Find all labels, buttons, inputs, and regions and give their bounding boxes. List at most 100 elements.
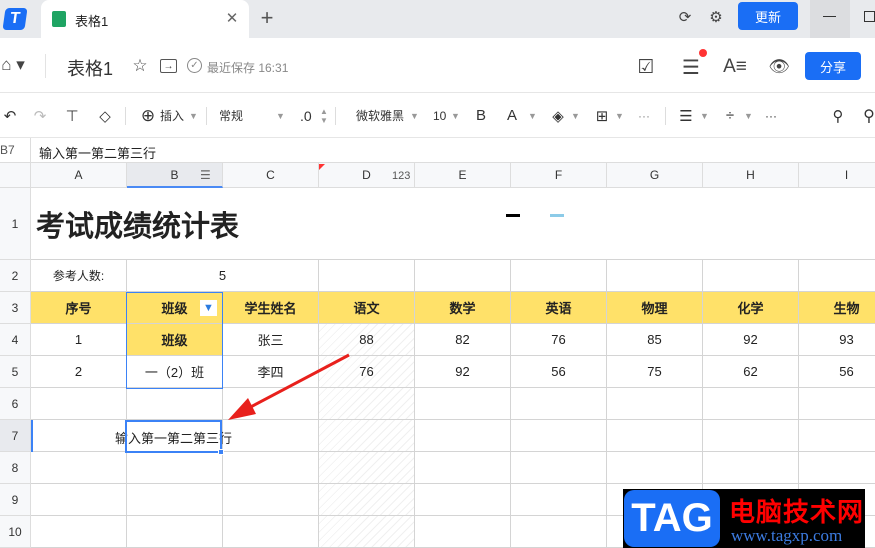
cell[interactable]	[223, 452, 319, 484]
cell[interactable]	[607, 388, 703, 420]
cell[interactable]	[511, 452, 607, 484]
header-cell[interactable]: 序号	[31, 292, 127, 324]
header-cell[interactable]: 化学	[703, 292, 799, 324]
vertical-align-icon[interactable]: ÷	[722, 93, 738, 138]
insert-plus-icon[interactable]: ⊕	[139, 93, 157, 138]
fill-handle[interactable]	[218, 449, 224, 455]
new-tab-button[interactable]: +	[256, 5, 278, 30]
cell[interactable]	[415, 388, 511, 420]
cell[interactable]	[31, 388, 127, 420]
bold-button[interactable]: B	[476, 93, 486, 138]
data-cell[interactable]: 92	[415, 356, 511, 388]
stamp-icon[interactable]: ⚲	[829, 93, 847, 138]
cell[interactable]	[415, 452, 511, 484]
cell[interactable]	[319, 260, 415, 292]
count-label[interactable]: 参考人数:	[31, 260, 127, 292]
font-size-select[interactable]: 10	[433, 93, 446, 138]
data-cell[interactable]: 1	[31, 324, 127, 356]
cell[interactable]	[223, 420, 319, 452]
row-header-2[interactable]: 2	[0, 260, 31, 292]
cell[interactable]	[127, 388, 223, 420]
home-icon[interactable]: ⌂ ▾	[0, 54, 30, 76]
cell[interactable]	[223, 516, 319, 548]
cell[interactable]	[799, 260, 875, 292]
cell[interactable]	[127, 452, 223, 484]
view-permission-icon[interactable]: 👁	[766, 55, 792, 79]
more-button[interactable]: ···	[765, 93, 777, 138]
cell[interactable]	[415, 260, 511, 292]
redo-icon[interactable]: ↷	[32, 93, 48, 138]
decimal-stepper-icon[interactable]: ▲ ▼	[320, 93, 328, 138]
cell[interactable]	[31, 484, 127, 516]
data-cell[interactable]: 75	[607, 356, 703, 388]
cell[interactable]	[319, 388, 415, 420]
cell[interactable]	[223, 484, 319, 516]
cell[interactable]	[511, 420, 607, 452]
filter-menu-icon[interactable]: ☰	[200, 168, 211, 182]
font-color-button[interactable]: A	[507, 93, 517, 138]
cell[interactable]	[799, 388, 875, 420]
cell[interactable]	[223, 388, 319, 420]
count-value[interactable]: 5	[127, 260, 319, 292]
cell[interactable]	[607, 420, 703, 452]
cell[interactable]	[511, 516, 607, 548]
dropdown-arrow-icon[interactable]: ▼	[410, 93, 419, 138]
cell-reference[interactable]: B7	[0, 143, 15, 157]
cell[interactable]	[511, 388, 607, 420]
move-to-folder-icon[interactable]: →	[160, 59, 177, 73]
undo-icon[interactable]: ↶	[2, 93, 18, 138]
cell[interactable]	[511, 260, 607, 292]
fill-color-icon[interactable]: ◈	[550, 93, 566, 138]
align-icon[interactable]: ☰	[678, 93, 694, 138]
cell[interactable]	[703, 452, 799, 484]
dropdown-arrow-icon[interactable]: ▼	[189, 93, 198, 138]
column-header-A[interactable]: A	[31, 163, 127, 188]
tab-sheet[interactable]: 表格1 ✕	[41, 0, 249, 38]
cell[interactable]	[319, 420, 415, 452]
dropdown-arrow-icon[interactable]: ▼	[276, 93, 285, 138]
insert-button[interactable]: 插入	[160, 93, 184, 138]
text-format-icon[interactable]: A≡	[722, 55, 748, 79]
active-cell-selection[interactable]	[125, 420, 222, 453]
cell[interactable]	[415, 516, 511, 548]
close-icon[interactable]: ✕	[223, 9, 241, 27]
dropdown-arrow-icon[interactable]: ▼	[615, 93, 624, 138]
cell[interactable]	[703, 260, 799, 292]
search-icon[interactable]: ⚲	[860, 93, 875, 138]
row-header-1[interactable]: 1	[0, 188, 31, 260]
cell[interactable]	[319, 484, 415, 516]
data-cell[interactable]: 2	[31, 356, 127, 388]
share-button[interactable]: 分享	[805, 52, 861, 80]
header-cell[interactable]: 物理	[607, 292, 703, 324]
more-button[interactable]: ···	[638, 93, 650, 138]
column-header-I[interactable]: I	[799, 163, 875, 188]
cell[interactable]	[31, 452, 127, 484]
filter-button-icon[interactable]: ▼	[200, 300, 217, 316]
row-header-10[interactable]: 10	[0, 516, 31, 548]
data-cell[interactable]: 76	[511, 324, 607, 356]
row-header-9[interactable]: 9	[0, 484, 31, 516]
clear-format-icon[interactable]: ◇	[97, 93, 113, 138]
data-cell[interactable]: 85	[607, 324, 703, 356]
cell[interactable]	[511, 484, 607, 516]
cell[interactable]	[127, 516, 223, 548]
column-header-C[interactable]: C	[223, 163, 319, 188]
row-header-5[interactable]: 5	[0, 356, 31, 388]
font-family-select[interactable]: 微软雅黑	[356, 93, 404, 138]
row-header-4[interactable]: 4	[0, 324, 31, 356]
update-button[interactable]: 更新	[738, 2, 798, 30]
data-cell[interactable]: 76	[319, 356, 415, 388]
cell[interactable]	[799, 452, 875, 484]
formula-input[interactable]: 输入第一第二第三行	[39, 143, 156, 162]
cell[interactable]	[703, 420, 799, 452]
header-cell[interactable]: 数学	[415, 292, 511, 324]
cell[interactable]	[127, 484, 223, 516]
column-header-G[interactable]: G	[607, 163, 703, 188]
cell[interactable]	[703, 388, 799, 420]
cell[interactable]	[607, 452, 703, 484]
dropdown-arrow-icon[interactable]: ▼	[571, 93, 580, 138]
dropdown-arrow-icon[interactable]: ▼	[528, 93, 537, 138]
dropdown-arrow-icon[interactable]: ▼	[451, 93, 460, 138]
row-header-3[interactable]: 3	[0, 292, 31, 324]
row-header-8[interactable]: 8	[0, 452, 31, 484]
